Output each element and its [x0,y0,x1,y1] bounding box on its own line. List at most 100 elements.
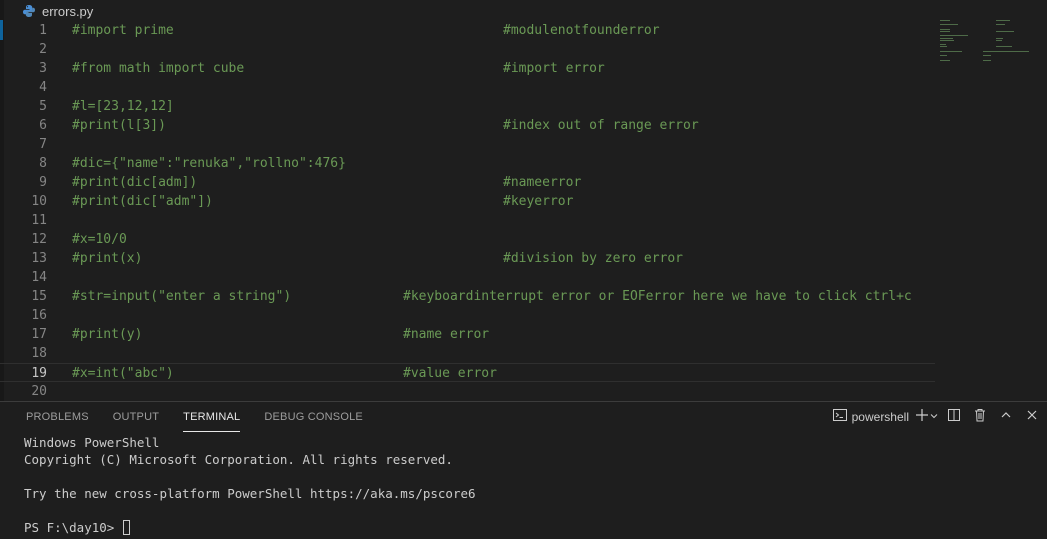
code-text: #l=[23,12,12] [72,99,174,114]
line-number: 6 [39,118,47,133]
code-comment: #keyboardinterrupt error or EOFerror her… [403,289,912,304]
chevron-down-icon[interactable] [929,408,939,426]
plus-icon [915,408,929,427]
code-line[interactable]: 16 [0,306,935,325]
code-text: #dic={"name":"renuka","rollno":476} [72,156,346,171]
kill-terminal-button[interactable] [969,406,991,428]
panel-actions: powershell [830,402,1047,432]
line-number: 14 [31,270,47,285]
line-number: 9 [39,175,47,190]
code-line[interactable]: 6 #print(l[3]) #index out of range error [0,116,935,135]
terminal-cursor [122,520,130,535]
line-number: 10 [31,194,47,209]
code-line[interactable]: 5 #l=[23,12,12] [0,97,935,116]
minimap-line [983,55,991,57]
code-line[interactable]: 1 #import prime #modulenotfounderror [0,21,935,40]
terminal-line: Copyright (C) Microsoft Corporation. All… [24,452,453,467]
minimap-line [940,59,951,61]
code-text: #x=int("abc") [72,366,174,381]
code-line[interactable]: 7 [0,135,935,154]
minimap-line [940,46,948,48]
minimap-line [983,59,992,61]
code-line[interactable]: 8 #dic={"name":"renuka","rollno":476} [0,154,935,173]
minimap[interactable] [938,20,1047,90]
line-number: 5 [39,99,47,114]
code-line[interactable]: 9 #print(dic[adm]) #nameerror [0,173,935,192]
terminal-line: Windows PowerShell [24,435,160,450]
panel-tabs: PROBLEMS OUTPUT TERMINAL DEBUG CONSOLE [14,402,375,432]
chevron-up-icon [999,408,1013,427]
minimap-line [996,46,1013,48]
terminal-prompt-line[interactable]: PS F:\day10> [24,519,476,536]
code-text: #print(x) [72,251,143,266]
minimap-line [940,44,946,46]
code-text: #str=input("enter a string") [72,289,292,304]
tab-debug-console[interactable]: DEBUG CONSOLE [252,402,375,432]
line-number: 13 [31,251,47,266]
terminal-line: Try the new cross-platform PowerShell ht… [24,486,476,501]
new-terminal-button[interactable] [915,406,939,428]
line-number: 17 [31,327,47,342]
minimap-line [996,31,1014,32]
python-file-icon [22,4,36,18]
tab-problems[interactable]: PROBLEMS [14,402,101,432]
close-icon [1025,408,1039,427]
minimap-line [996,39,1003,41]
code-line[interactable]: 13 #print(x) #division by zero error [0,249,935,268]
code-text: #print(dic["adm"]) [72,194,213,209]
tab-terminal[interactable]: TERMINAL [171,402,252,432]
code-line[interactable]: 20 [0,382,935,401]
breadcrumb[interactable]: errors.py [22,2,93,20]
code-comment: #value error [403,366,497,381]
bottom-panel: PROBLEMS OUTPUT TERMINAL DEBUG CONSOLE powe… [0,401,1047,539]
code-text: #from math import cube [72,61,245,76]
terminal-icon [832,407,848,428]
close-panel-button[interactable] [1021,406,1043,428]
maximize-panel-button[interactable] [995,406,1017,428]
code-line[interactable]: 19 #x=int("abc") #value error [0,363,935,382]
code-comment: #modulenotfounderror [503,23,660,38]
line-number: 20 [31,384,47,399]
code-editor[interactable]: 1 #import prime #modulenotfounderror 2 3 #fro… [0,20,1047,400]
code-text: #import prime [72,23,174,38]
shell-name: powershell [851,410,909,424]
tab-output[interactable]: OUTPUT [101,402,171,432]
minimap-line [940,20,951,21]
code-line[interactable]: 12 #x=10/0 [0,230,935,249]
code-line[interactable]: 15 #str=input("enter a string") #keyboardi… [0,287,935,306]
line-number: 12 [31,232,47,247]
code-line[interactable]: 17 #print(y) #name error [0,325,935,344]
code-line[interactable]: 18 [0,344,935,363]
terminal-prompt: PS F:\day10> [24,520,122,535]
trash-icon [972,407,988,428]
line-number: 16 [31,308,47,323]
code-text: #print(l[3]) [72,118,166,133]
code-line[interactable]: 10 #print(dic["adm"]) #keyerror [0,192,935,211]
line-number: 4 [39,80,47,95]
minimap-line [940,55,948,57]
terminal-selector[interactable]: powershell [830,406,911,428]
minimap-line [983,50,1029,52]
minimap-line [940,37,953,39]
code-line[interactable]: 11 [0,211,935,230]
terminal-output[interactable]: Windows PowerShell Copyright (C) Microsof… [24,434,476,536]
split-icon [946,407,962,428]
minimap-line [940,50,963,52]
code-comment: #import error [503,61,605,76]
line-number: 8 [39,156,47,171]
code-comment: #name error [403,327,490,342]
minimap-line [940,39,955,41]
code-line[interactable]: 3 #from math import cube #import error [0,59,935,78]
code-line[interactable]: 2 [0,40,935,59]
minimap-line [996,24,1006,26]
minimap-line [940,24,958,26]
file-name: errors.py [42,3,94,19]
code-line[interactable]: 4 [0,78,935,97]
split-terminal-button[interactable] [943,406,965,428]
code-text: #print(y) [72,327,143,342]
line-number: 15 [31,289,47,304]
code-line[interactable]: 14 [0,268,935,287]
code-comment: #keyerror [503,194,574,209]
